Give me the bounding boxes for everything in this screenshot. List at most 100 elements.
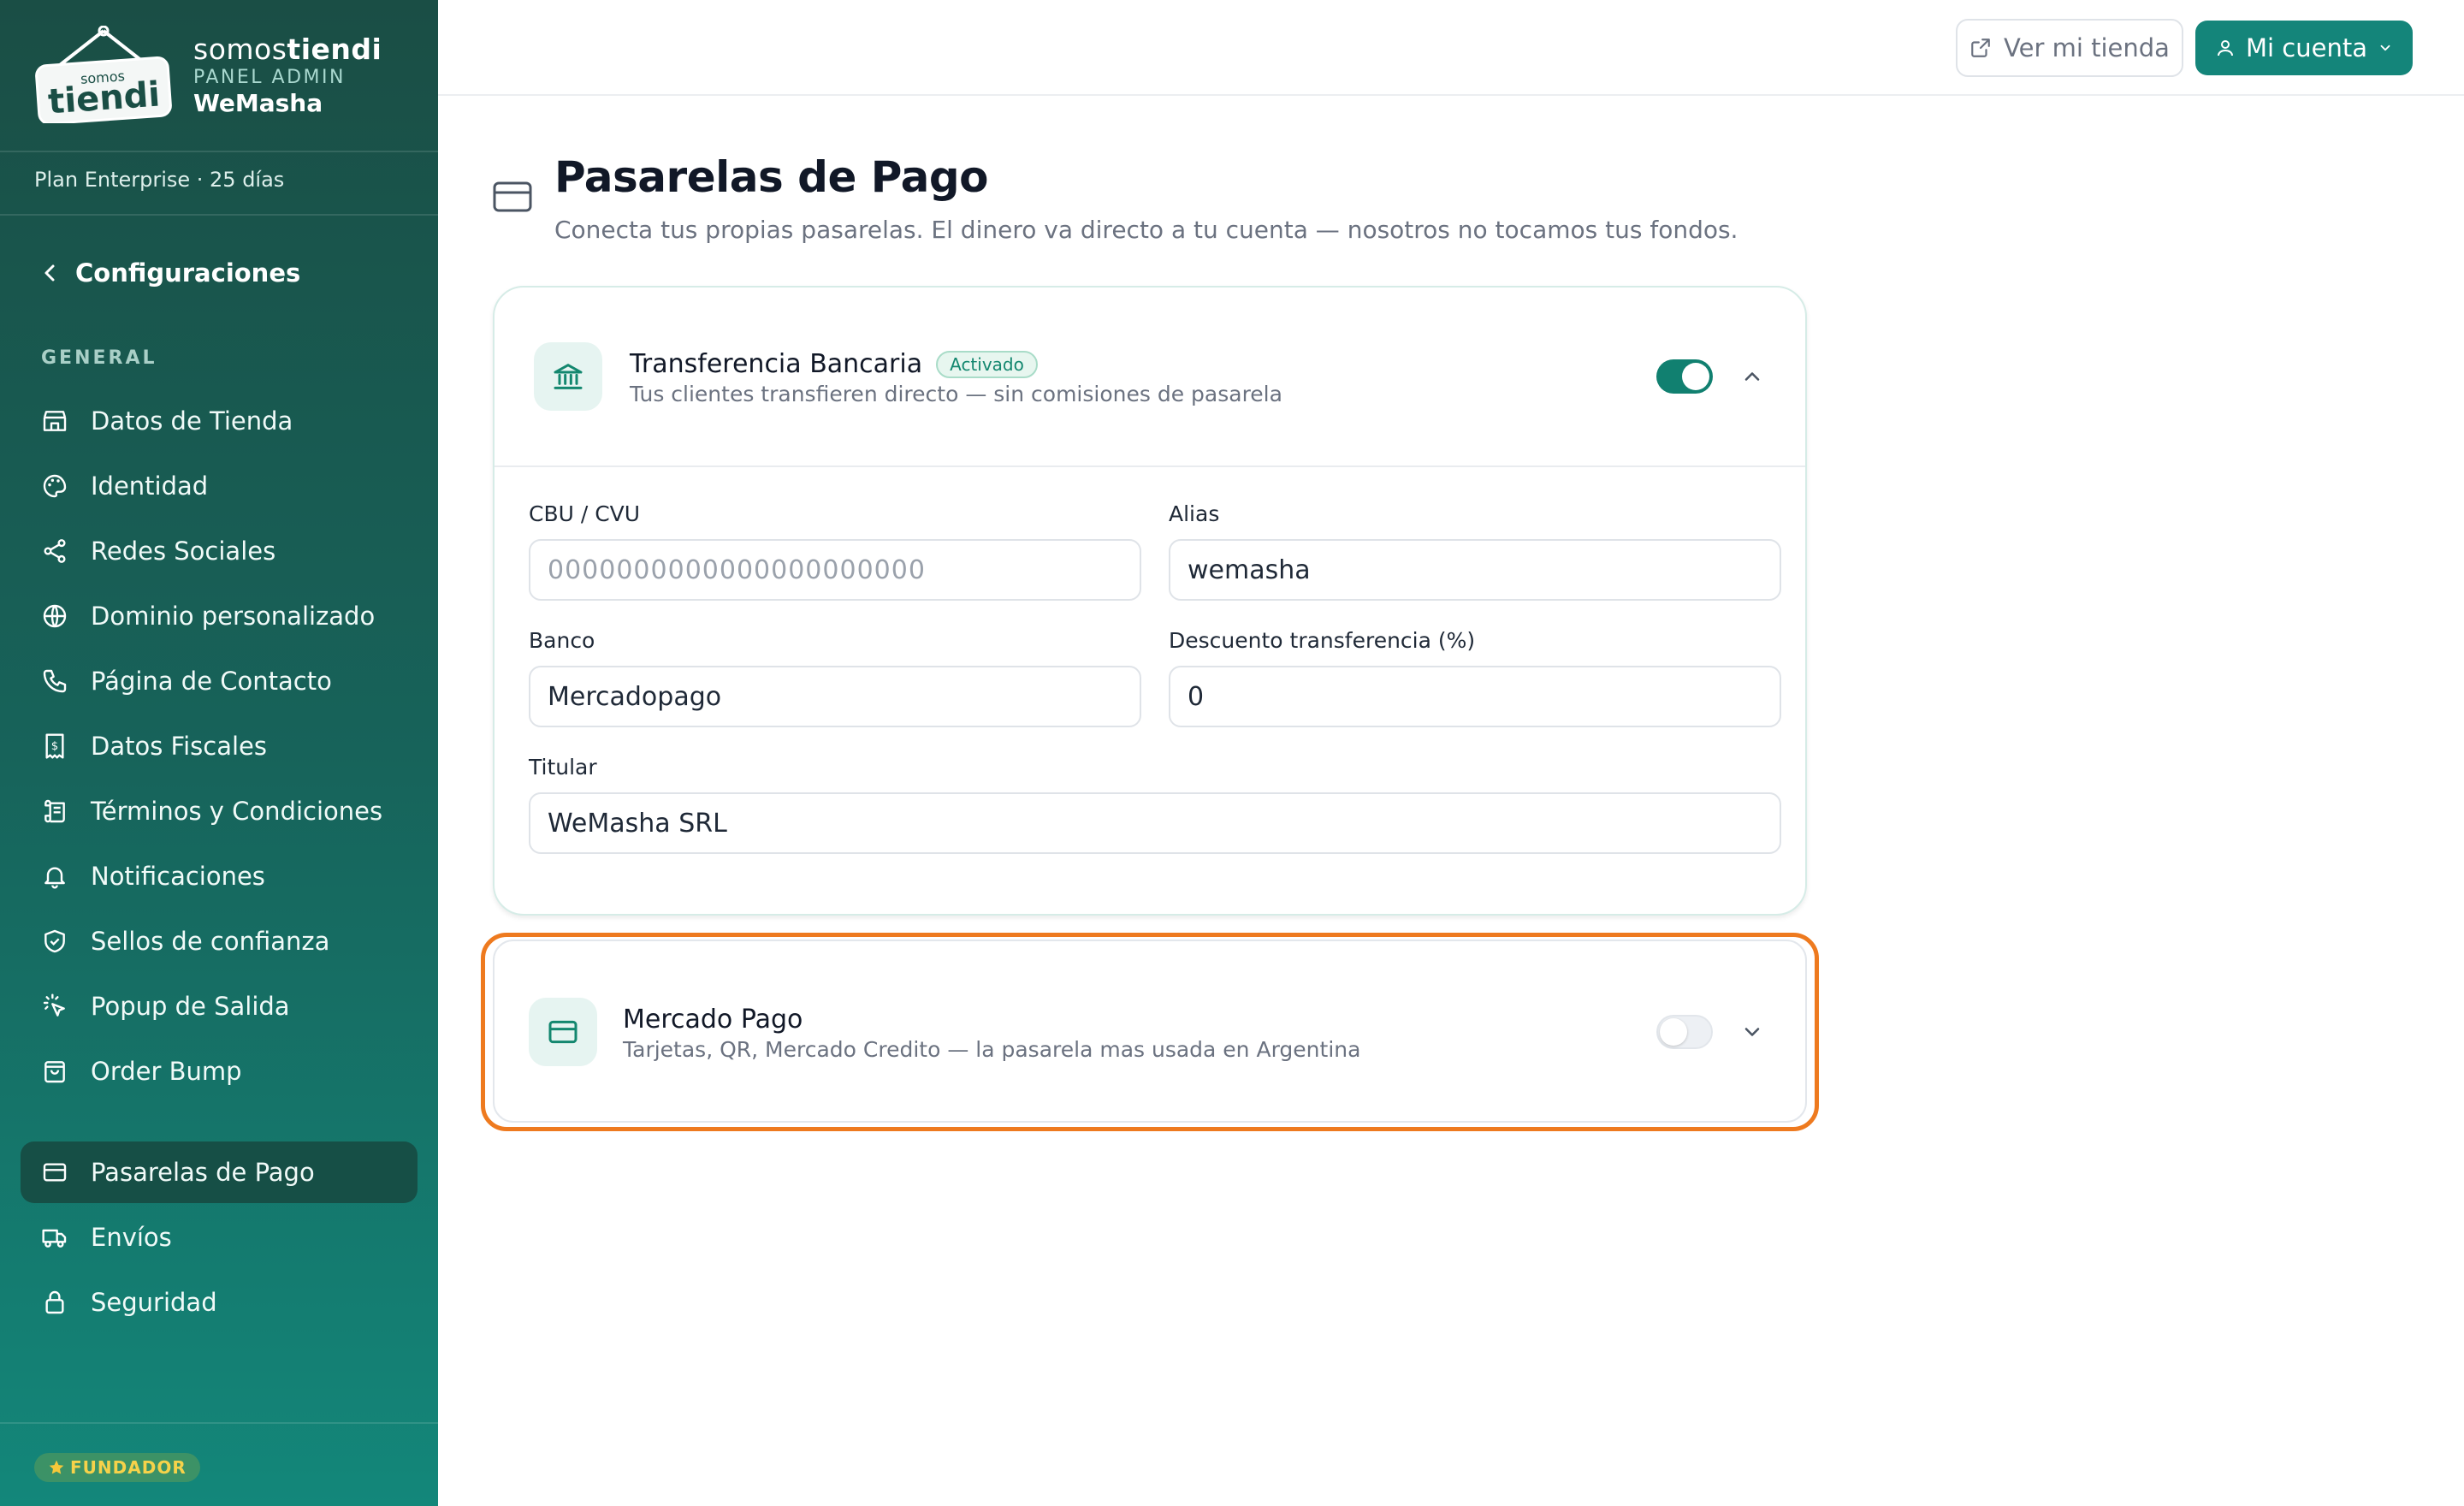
fundador-badge-label: FUNDADOR — [70, 1457, 187, 1478]
sidebar-item-label: Notificaciones — [91, 862, 265, 891]
mi-cuenta-button[interactable]: Mi cuenta — [2195, 21, 2413, 75]
chevron-up-icon[interactable] — [1740, 365, 1764, 388]
bag-icon — [44, 1061, 65, 1083]
sidebar-item-label: Página de Contacto — [91, 667, 332, 696]
brand[interactable]: somos tiendi somostiendi PANEL ADMIN WeM… — [34, 26, 428, 128]
external-link-icon — [1971, 39, 1990, 57]
sidebar-item-label: Redes Sociales — [91, 537, 276, 566]
gateway-toggle[interactable] — [1656, 1015, 1713, 1049]
credit-card-icon — [529, 998, 597, 1066]
sidebar-item-popup-salida[interactable]: Popup de Salida — [21, 975, 418, 1037]
sidebar-item-label: Pasarelas de Pago — [91, 1158, 315, 1187]
gateway-header[interactable]: Transferencia Bancaria Activado Tus clie… — [495, 288, 1805, 465]
sidebar-item-envios[interactable]: Envíos — [21, 1207, 418, 1268]
cbu-label: CBU / CVU — [529, 501, 641, 526]
topbar: Ver mi tienda Mi cuenta — [438, 0, 2464, 96]
truck-icon — [42, 1229, 67, 1248]
gateway-card-transferencia: Transferencia Bancaria Activado Tus clie… — [493, 286, 1807, 916]
section-label-general: GENERAL — [41, 347, 157, 369]
brand-name-light: somos — [193, 33, 287, 66]
sidebar-item-notificaciones[interactable]: Notificaciones — [21, 845, 418, 907]
store-icon — [43, 411, 67, 431]
panel-label: PANEL ADMIN — [193, 67, 346, 88]
sidebar-item-label: Seguridad — [91, 1288, 217, 1317]
sidebar-item-terminos[interactable]: Términos y Condiciones — [21, 780, 418, 842]
sidebar-item-label: Datos de Tienda — [91, 406, 293, 436]
lock-icon — [45, 1290, 64, 1314]
descuento-label: Descuento transferencia (%) — [1169, 628, 1476, 653]
chevron-down-icon[interactable] — [1740, 1020, 1764, 1044]
credit-card-icon — [493, 181, 532, 212]
phone-icon — [43, 669, 67, 693]
page-subtitle: Conecta tus propias pasarelas. El dinero… — [554, 216, 1738, 244]
fundador-badge: FUNDADOR — [34, 1453, 200, 1482]
chevron-down-icon — [2380, 44, 2390, 51]
mi-cuenta-label: Mi cuenta — [2246, 33, 2367, 62]
pointer-click-icon — [43, 993, 65, 1017]
gateway-title: Transferencia Bancaria Activado — [630, 349, 1038, 379]
ver-mi-tienda-button[interactable]: Ver mi tienda — [1956, 19, 2183, 77]
sidebar-item-contacto[interactable]: Página de Contacto — [21, 650, 418, 712]
star-icon — [49, 1460, 64, 1474]
sidebar-item-order-bump[interactable]: Order Bump — [21, 1041, 418, 1102]
gateway-toggle[interactable] — [1656, 359, 1713, 394]
bank-icon — [534, 342, 602, 411]
sidebar-item-dominio[interactable]: Dominio personalizado — [21, 585, 418, 647]
sidebar-divider — [0, 151, 438, 152]
sidebar-item-sellos[interactable]: Sellos de confianza — [21, 910, 418, 972]
titular-label: Titular — [529, 755, 597, 780]
sidebar-item-label: Términos y Condiciones — [91, 797, 383, 826]
scroll-icon — [44, 799, 65, 823]
credit-card-icon — [43, 1163, 67, 1182]
plan-info: Plan Enterprise · 25 días — [34, 168, 285, 192]
alias-input[interactable]: wemasha — [1169, 539, 1781, 601]
sidebar-item-identidad[interactable]: Identidad — [21, 455, 418, 517]
toggle-knob — [1660, 1018, 1687, 1046]
sidebar-item-label: Sellos de confianza — [91, 927, 330, 956]
sidebar-item-pasarelas-pago[interactable]: Pasarelas de Pago — [21, 1141, 418, 1203]
globe-icon — [43, 604, 67, 628]
sidebar-item-label: Identidad — [91, 471, 209, 501]
receipt-icon: $ — [45, 733, 64, 759]
logo-tag-icon: somos tiendi — [35, 26, 172, 123]
gateway-card-mercado-pago: Mercado Pago Tarjetas, QR, Mercado Credi… — [493, 940, 1807, 1123]
gateway-title: Mercado Pago — [623, 1005, 803, 1035]
sidebar-item-datos-fiscales[interactable]: $ Datos Fiscales — [21, 715, 418, 777]
sidebar: somos tiendi somostiendi PANEL ADMIN WeM… — [0, 0, 438, 1506]
sidebar-item-label: Dominio personalizado — [91, 602, 376, 631]
brand-text: somostiendi PANEL ADMIN WeMasha — [193, 33, 382, 118]
back-configuraciones-link[interactable]: Configuraciones — [41, 258, 300, 288]
banco-label: Banco — [529, 628, 595, 653]
ver-mi-tienda-label: Ver mi tienda — [2004, 33, 2170, 62]
sidebar-item-label: Datos Fiscales — [91, 732, 268, 761]
share-icon — [44, 539, 66, 563]
sidebar-divider — [0, 214, 438, 216]
back-link-label: Configuraciones — [75, 258, 301, 288]
brand-name: somostiendi — [193, 33, 382, 67]
sidebar-item-label: Envíos — [91, 1223, 172, 1252]
logo-big-text: tiendi — [47, 74, 162, 122]
gateway-name: Transferencia Bancaria — [630, 349, 923, 379]
gateway-description: Tarjetas, QR, Mercado Credito — la pasar… — [623, 1037, 1361, 1062]
gateway-header[interactable]: Mercado Pago Tarjetas, QR, Mercado Credi… — [495, 941, 1805, 1119]
gateway-description: Tus clientes transfieren directo — sin c… — [630, 382, 1282, 406]
card-divider — [495, 465, 1805, 467]
svg-text:$: $ — [51, 740, 58, 753]
cbu-input[interactable]: 0000000000000000000000 — [529, 539, 1141, 601]
titular-input[interactable]: WeMasha SRL — [529, 792, 1781, 854]
chevron-left-icon — [44, 264, 55, 282]
sidebar-divider — [0, 1422, 438, 1424]
page-title: Pasarelas de Pago — [554, 152, 988, 202]
sidebar-item-seguridad[interactable]: Seguridad — [21, 1272, 418, 1333]
toggle-knob — [1682, 363, 1709, 390]
banco-input[interactable]: Mercadopago — [529, 666, 1141, 727]
sidebar-item-redes-sociales[interactable]: Redes Sociales — [21, 520, 418, 582]
user-icon — [2218, 40, 2233, 56]
store-name: WeMasha — [193, 89, 323, 117]
sidebar-item-datos-tienda[interactable]: Datos de Tienda — [21, 390, 418, 452]
bell-icon — [44, 867, 65, 889]
descuento-input[interactable]: 0 — [1169, 666, 1781, 727]
gateway-name: Mercado Pago — [623, 1005, 803, 1035]
sidebar-item-label: Popup de Salida — [91, 992, 290, 1021]
sidebar-item-label: Order Bump — [91, 1057, 242, 1086]
